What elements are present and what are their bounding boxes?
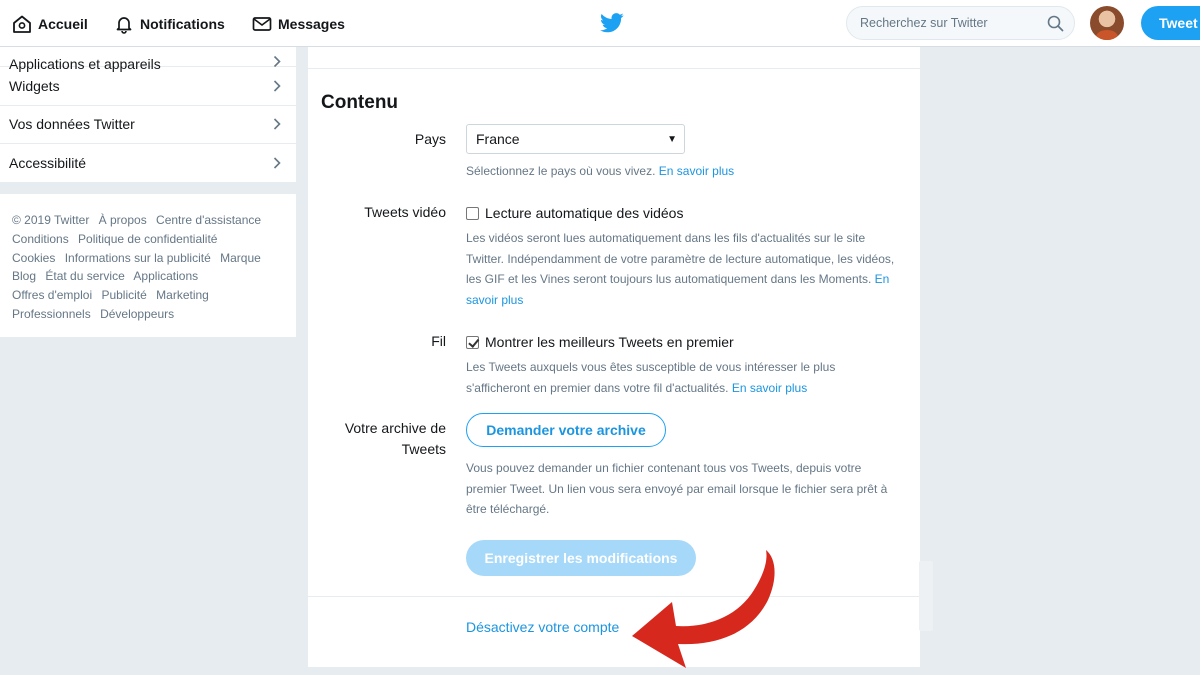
nav-home[interactable]: Accueil xyxy=(12,0,88,47)
settings-sidebar-menu: Applications et appareils Widgets Vos do… xyxy=(0,47,296,183)
video-help: Les vidéos seront lues automatiquement d… xyxy=(466,231,895,286)
envelope-icon xyxy=(252,16,272,31)
footer-link[interactable]: Conditions xyxy=(12,232,69,246)
deactivate-account-link[interactable]: Désactivez votre compte xyxy=(466,619,619,635)
archive-label-line1: Votre archive de xyxy=(344,420,446,436)
nav-home-label: Accueil xyxy=(38,15,88,32)
best-tweets-checkbox[interactable] xyxy=(466,335,479,349)
archive-label: Votre archive de Tweets xyxy=(345,418,446,460)
chevron-right-icon xyxy=(273,80,281,92)
footer-link[interactable]: Publicité xyxy=(101,288,146,302)
footer-copyright: © 2019 Twitter xyxy=(12,213,90,227)
country-select-value: France xyxy=(476,131,520,147)
footer-link[interactable]: Applications xyxy=(133,269,198,283)
section-heading-content: Contenu xyxy=(321,92,399,113)
chevron-right-icon xyxy=(273,118,281,130)
twitter-bird-logo-icon[interactable] xyxy=(600,13,624,33)
footer-link[interactable]: Développeurs xyxy=(100,307,174,321)
archive-help-text: Vous pouvez demander un fichier contenan… xyxy=(466,461,888,516)
video-help-text: Les vidéos seront lues automatiquement d… xyxy=(466,228,898,310)
chevron-right-icon xyxy=(273,157,281,169)
footer-link[interactable]: Centre d'assistance xyxy=(156,213,261,227)
search-icon[interactable] xyxy=(1047,15,1064,32)
footer-link[interactable]: Blog xyxy=(12,269,36,283)
bell-icon xyxy=(116,16,132,34)
nav-messages[interactable]: Messages xyxy=(252,0,345,47)
footer-link[interactable]: Informations sur la publicité xyxy=(65,251,211,265)
sidebar-item-label: Widgets xyxy=(9,77,60,94)
country-help-text: Sélectionnez le pays où vous vivez. En s… xyxy=(466,161,898,182)
archive-label-line2: Tweets xyxy=(401,441,446,457)
footer-link[interactable]: État du service xyxy=(45,269,124,283)
footer-link[interactable]: À propos xyxy=(99,213,147,227)
scrollbar[interactable] xyxy=(919,561,933,631)
video-label: Tweets vidéo xyxy=(364,204,446,220)
footer-link[interactable]: Marketing xyxy=(156,288,209,302)
country-label: Pays xyxy=(414,131,446,147)
sidebar-item-apps-devices[interactable]: Applications et appareils xyxy=(0,47,296,72)
feed-help-text: Les Tweets auxquels vous êtes susceptibl… xyxy=(466,357,898,398)
divider xyxy=(308,68,920,69)
home-icon xyxy=(13,15,31,33)
sidebar-item-widgets[interactable]: Widgets xyxy=(0,67,296,106)
footer-link[interactable]: Marque xyxy=(220,251,261,265)
sidebar-item-your-data[interactable]: Vos données Twitter xyxy=(0,106,296,144)
autoplay-checkbox-label: Lecture automatique des vidéos xyxy=(485,205,684,221)
footer-link[interactable]: Offres d'emploi xyxy=(12,288,92,302)
footer-link[interactable]: Politique de confidentialité xyxy=(78,232,217,246)
request-archive-button[interactable]: Demander votre archive xyxy=(466,413,666,447)
nav-notifications[interactable]: Notifications xyxy=(114,0,225,47)
sidebar-item-label: Vos données Twitter xyxy=(9,116,135,133)
autoplay-checkbox[interactable] xyxy=(466,206,479,220)
footer-link[interactable]: Cookies xyxy=(12,251,55,265)
avatar[interactable] xyxy=(1090,6,1124,40)
best-tweets-checkbox-label: Montrer les meilleurs Tweets en premier xyxy=(485,334,734,350)
red-annotation-arrow-icon xyxy=(632,550,775,668)
country-learn-more-link[interactable]: En savoir plus xyxy=(659,164,734,178)
feed-learn-more-link[interactable]: En savoir plus xyxy=(732,381,807,395)
autoplay-option[interactable]: Lecture automatique des vidéos xyxy=(466,205,683,221)
country-help: Sélectionnez le pays où vous vivez. xyxy=(466,164,656,178)
dropdown-arrow-icon: ▼ xyxy=(667,134,677,145)
search-box[interactable] xyxy=(846,6,1075,40)
nav-messages-label: Messages xyxy=(278,15,345,32)
search-input[interactable] xyxy=(860,16,1040,30)
country-select[interactable]: France ▼ xyxy=(466,124,685,154)
nav-notifications-label: Notifications xyxy=(140,15,225,32)
tweet-button[interactable]: Tweet xyxy=(1141,6,1200,40)
best-tweets-option[interactable]: Montrer les meilleurs Tweets en premier xyxy=(466,334,734,350)
top-navigation-bar: Accueil Notifications Messages Tweet xyxy=(0,0,1200,47)
sidebar-item-label: Accessibilité xyxy=(9,154,87,171)
footer-link[interactable]: Professionnels xyxy=(12,307,91,321)
feed-label: Fil xyxy=(431,333,446,349)
sidebar-item-accessibility[interactable]: Accessibilité xyxy=(0,144,296,183)
footer-links: © 2019 Twitter À propos Centre d'assista… xyxy=(0,194,296,337)
